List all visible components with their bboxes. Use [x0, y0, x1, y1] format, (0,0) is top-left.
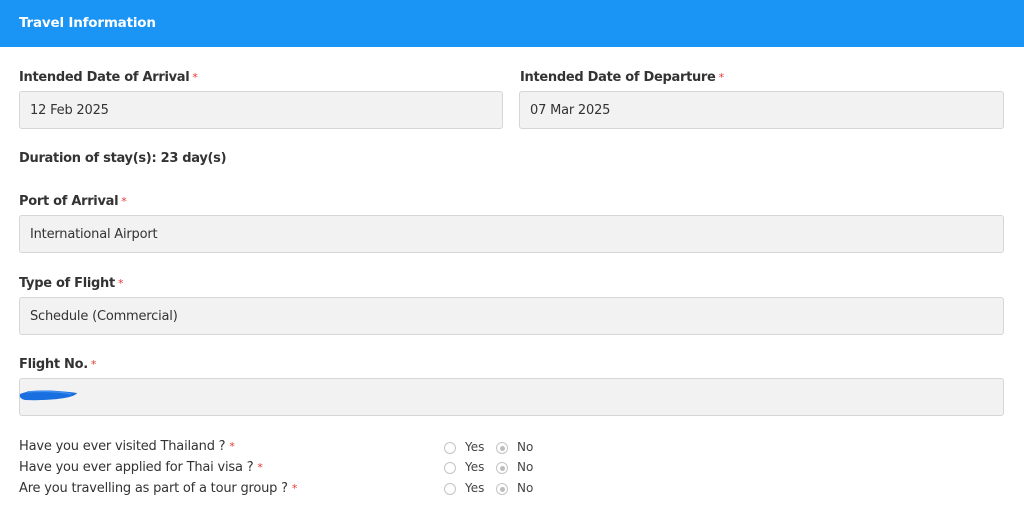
visited-thailand-yes-radio[interactable] [444, 442, 456, 454]
required-marker: * [121, 195, 127, 208]
tour-group-no-radio[interactable] [496, 483, 508, 495]
redaction-scribble [19, 390, 77, 401]
section-title: Travel Information [19, 15, 156, 31]
arrival-date-label: Intended Date of Arrival * [19, 70, 198, 85]
question-tour-group: Are you travelling as part of a tour gro… [19, 481, 297, 496]
departure-date-field[interactable]: 07 Mar 2025 [519, 91, 1004, 129]
section-header: Travel Information [0, 0, 1024, 47]
question-visited-thailand-text: Have you ever visited Thailand ? [19, 439, 226, 454]
departure-date-value: 07 Mar 2025 [530, 103, 611, 118]
required-marker: * [192, 71, 198, 84]
applied-thai-visa-yes-label[interactable]: Yes [465, 460, 484, 474]
port-of-arrival-value: International Airport [30, 227, 158, 242]
required-marker: * [117, 277, 124, 290]
flight-type-value: Schedule (Commercial) [30, 309, 178, 324]
departure-date-label: Intended Date of Departure * [520, 70, 724, 85]
port-of-arrival-label: Port of Arrival * [19, 194, 127, 209]
tour-group-yes-radio[interactable] [444, 483, 456, 495]
port-of-arrival-field[interactable]: International Airport [19, 215, 1004, 253]
flight-type-label-text: Type of Flight [19, 276, 115, 291]
flight-no-label-text: Flight No. [19, 357, 88, 372]
required-marker: * [718, 71, 725, 84]
arrival-date-field[interactable]: 12 Feb 2025 [19, 91, 503, 129]
required-marker: * [229, 440, 235, 453]
flight-type-label: Type of Flight * [19, 276, 123, 291]
flight-no-label: Flight No. * [19, 357, 96, 372]
required-marker: * [291, 482, 298, 495]
applied-thai-visa-yes-radio[interactable] [444, 462, 456, 474]
tour-group-yes-label[interactable]: Yes [465, 481, 484, 495]
visited-thailand-no-radio[interactable] [496, 442, 508, 454]
flight-type-field[interactable]: Schedule (Commercial) [19, 297, 1004, 335]
duration-of-stay: Duration of stay(s): 23 day(s) [19, 151, 227, 166]
visited-thailand-yes-label[interactable]: Yes [465, 440, 484, 454]
visited-thailand-no-label[interactable]: No [517, 440, 533, 454]
required-marker: * [90, 358, 97, 371]
applied-thai-visa-no-radio[interactable] [496, 462, 508, 474]
tour-group-no-label[interactable]: No [517, 481, 533, 495]
question-visited-thailand: Have you ever visited Thailand ? * [19, 439, 235, 454]
arrival-date-label-text: Intended Date of Arrival [19, 70, 190, 85]
departure-date-label-text: Intended Date of Departure [520, 70, 716, 85]
required-marker: * [257, 461, 263, 474]
question-tour-group-text: Are you travelling as part of a tour gro… [19, 481, 288, 496]
question-applied-thai-visa: Have you ever applied for Thai visa ? * [19, 460, 263, 475]
arrival-date-value: 12 Feb 2025 [30, 103, 109, 118]
question-applied-thai-visa-text: Have you ever applied for Thai visa ? [19, 460, 254, 475]
applied-thai-visa-no-label[interactable]: No [517, 460, 533, 474]
port-of-arrival-label-text: Port of Arrival [19, 194, 119, 209]
flight-no-field[interactable] [19, 378, 1004, 416]
